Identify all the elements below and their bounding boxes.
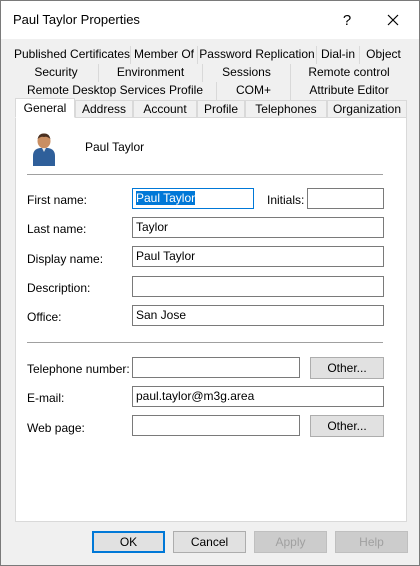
tab-com-plus[interactable]: COM+ [216,82,290,100]
email-field[interactable]: paul.taylor@m3g.area [132,386,384,407]
user-icon [31,132,57,166]
divider [27,342,383,343]
tab-profile[interactable]: Profile [197,100,245,118]
tab-attribute-editor[interactable]: Attribute Editor [290,82,407,100]
web-page-field[interactable] [132,415,300,436]
tab-password-replication[interactable]: Password Replication [197,46,316,64]
last-name-field[interactable]: Taylor [132,217,384,238]
divider [27,174,383,175]
office-label: Office: [27,310,62,324]
user-display-name: Paul Taylor [85,140,145,154]
tab-sessions[interactable]: Sessions [202,64,290,82]
display-name-field[interactable]: Paul Taylor [132,246,384,267]
ok-button[interactable]: OK [92,531,165,553]
email-label: E-mail: [27,391,65,405]
tab-security[interactable]: Security [14,64,98,82]
tab-published-certificates[interactable]: Published Certificates [14,46,130,64]
help-icon: ? [342,11,352,29]
web-page-label: Web page: [27,421,85,435]
tab-dial-in[interactable]: Dial-in [316,46,359,64]
last-name-label: Last name: [27,222,87,236]
web-page-other-button[interactable]: Other... [310,415,384,437]
telephone-field[interactable] [132,357,300,378]
tab-general[interactable]: General [15,98,75,118]
close-button[interactable] [371,1,415,39]
first-name-value: Paul Taylor [136,191,196,205]
display-name-label: Display name: [27,252,104,266]
tab-member-of[interactable]: Member Of [130,46,197,64]
initials-field[interactable] [307,188,384,209]
office-field[interactable]: San Jose [132,305,384,326]
tab-address[interactable]: Address [75,100,133,118]
apply-button[interactable]: Apply [254,531,327,553]
tab-organization[interactable]: Organization [327,100,407,118]
tab-account[interactable]: Account [133,100,197,118]
description-label: Description: [27,281,91,295]
telephone-other-button[interactable]: Other... [310,357,384,379]
first-name-field[interactable]: Paul Taylor [132,188,254,209]
help-button[interactable]: ? [325,1,369,39]
title-bar: Paul Taylor Properties ? [1,1,419,39]
cancel-button[interactable]: Cancel [173,531,246,553]
properties-dialog: Paul Taylor Properties ? Published Certi… [0,0,420,566]
description-field[interactable] [132,276,384,297]
help-footer-button[interactable]: Help [335,531,408,553]
initials-label: Initials: [267,193,305,207]
tab-telephones[interactable]: Telephones [245,100,327,118]
tab-object[interactable]: Object [359,46,407,64]
first-name-label: First name: [27,193,88,207]
tab-remote-control[interactable]: Remote control [290,64,407,82]
tab-environment[interactable]: Environment [98,64,202,82]
telephone-label: Telephone number: [27,362,130,376]
window-title: Paul Taylor Properties [13,12,140,27]
close-icon [387,14,399,26]
